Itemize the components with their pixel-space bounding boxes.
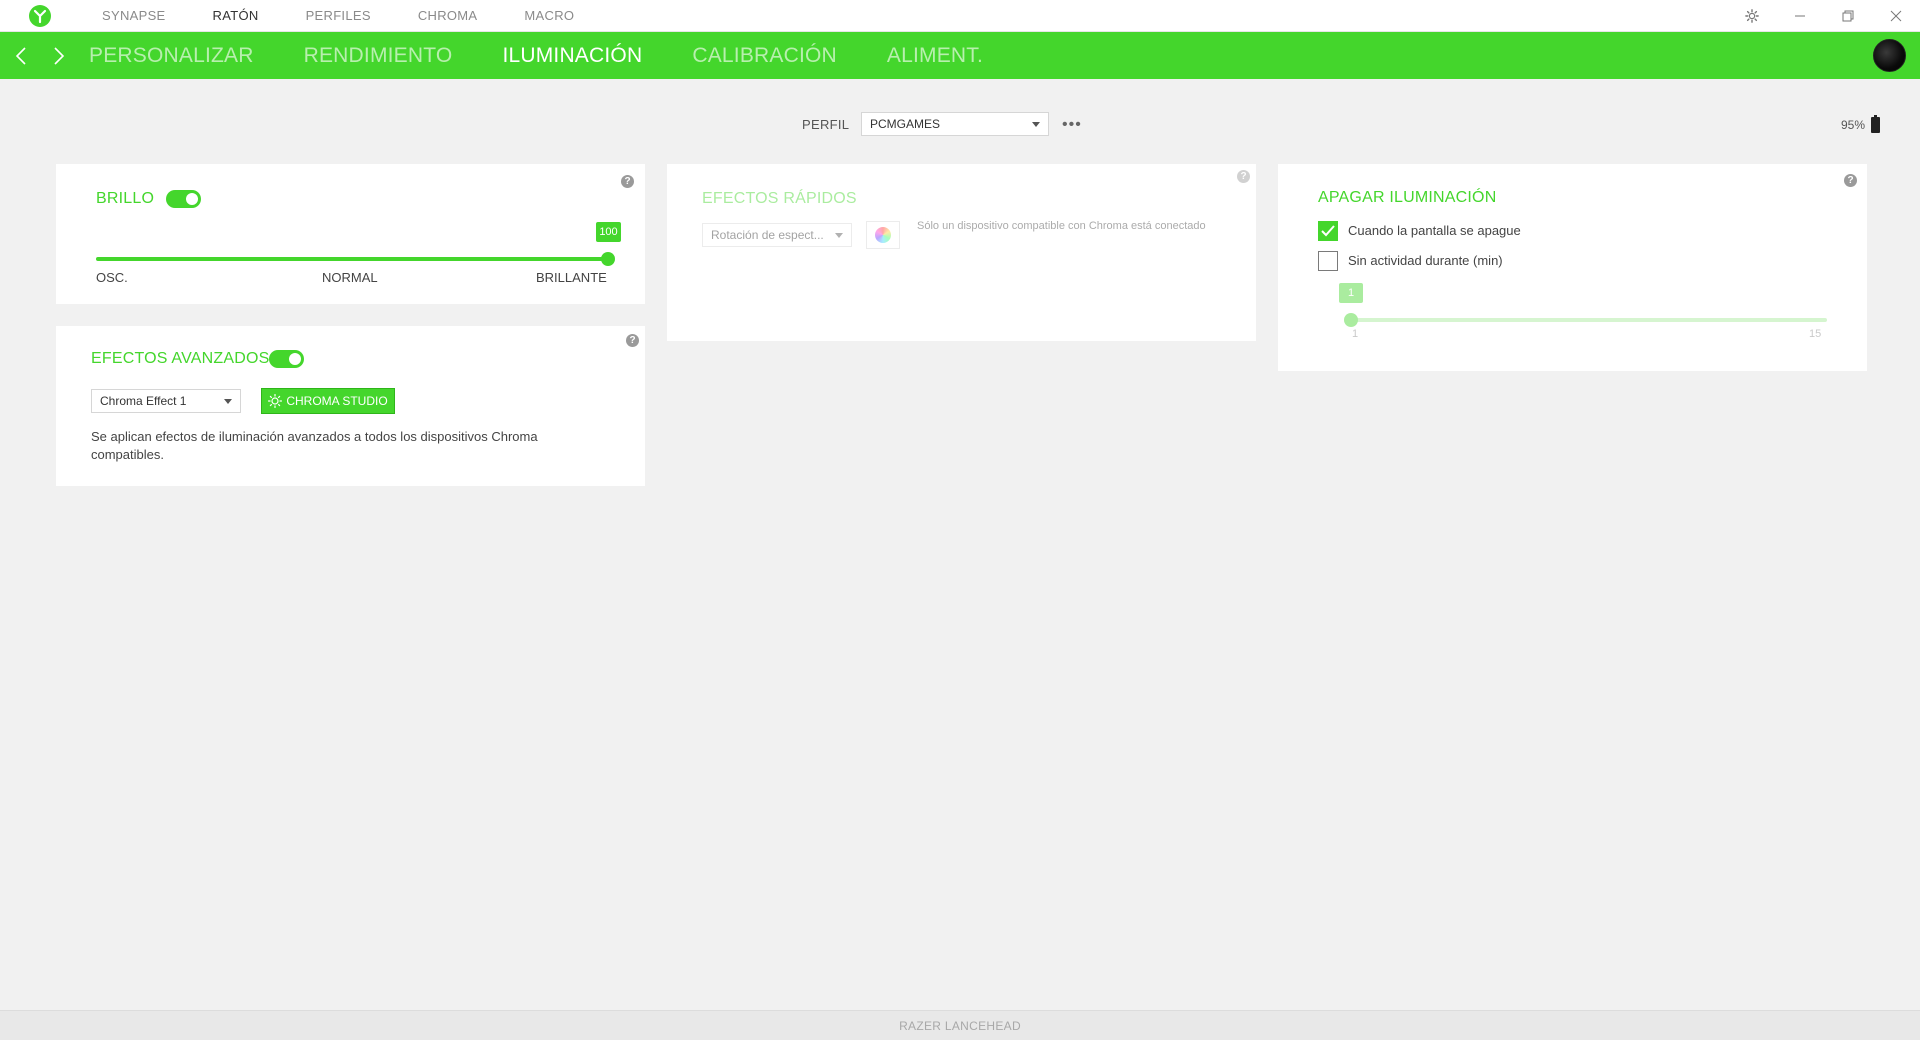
battery-percent: 95% [1840, 118, 1865, 132]
sub-nav: PERSONALIZAR RENDIMIENTO ILUMINACIÓN CAL… [0, 32, 1920, 79]
efectos-avanzados-title: EFECTOS AVANZADOS [91, 350, 270, 367]
forward-arrow-icon[interactable] [40, 32, 78, 79]
screen-off-label: Cuando la pantalla se apague [1348, 223, 1521, 238]
top-tab-synapse[interactable]: SYNAPSE [102, 8, 166, 23]
advanced-effects-description: Se aplican efectos de iluminación avanza… [91, 429, 538, 462]
idle-label: Sin actividad durante (min) [1348, 253, 1503, 268]
idle-value-badge: 1 [1339, 283, 1363, 303]
checkmark-icon [1321, 225, 1335, 237]
chevron-down-icon [1032, 122, 1040, 127]
top-nav: SYNAPSE RATÓN PERFILES CHROMA MACRO [102, 8, 621, 23]
brillo-card: BRILLO ? 100 OSC. NORMAL BRILLANTE [56, 164, 645, 304]
back-arrow-icon[interactable] [2, 32, 40, 79]
advanced-effect-selected: Chroma Effect 1 [100, 394, 187, 408]
device-avatar[interactable] [1873, 39, 1906, 72]
brillo-slider-thumb[interactable] [601, 252, 615, 266]
brillo-value-badge: 100 [596, 222, 621, 242]
top-tab-macro[interactable]: MACRO [524, 8, 574, 23]
quick-effect-selected: Rotación de espect... [711, 228, 824, 242]
device-footer: RAZER LANCEHEAD [0, 1010, 1920, 1040]
help-icon[interactable]: ? [1844, 174, 1857, 187]
profile-dropdown[interactable]: PCMGAMES [861, 112, 1049, 136]
sub-tabs: PERSONALIZAR RENDIMIENTO ILUMINACIÓN CAL… [89, 32, 1033, 79]
idle-max-label: 15 [1809, 328, 1822, 340]
profile-selected: PCMGAMES [870, 117, 941, 131]
brillo-toggle[interactable] [166, 190, 201, 208]
efectos-rapidos-card: EFECTOS RÁPIDOS Rotación de espect... Só… [667, 164, 1256, 341]
chevron-down-icon [835, 233, 843, 238]
top-tab-perfiles[interactable]: PERFILES [306, 8, 371, 23]
chroma-studio-button[interactable]: CHROMA STUDIO [261, 388, 395, 414]
window-controls [1728, 0, 1920, 32]
apagar-iluminacion-card: APAGAR ILUMINACIÓN ? Cuando la pantalla … [1278, 164, 1867, 371]
quick-effect-dropdown[interactable]: Rotación de espect... [702, 223, 852, 247]
tab-rendimiento[interactable]: RENDIMIENTO [304, 32, 453, 79]
close-icon[interactable] [1872, 0, 1920, 32]
tab-aliment[interactable]: ALIMENT. [887, 32, 983, 79]
restore-icon[interactable] [1824, 0, 1872, 32]
brillo-label-mid: NORMAL [322, 270, 378, 285]
tab-personalizar[interactable]: PERSONALIZAR [89, 32, 254, 79]
idle-slider-track[interactable] [1351, 318, 1827, 322]
chroma-studio-label: CHROMA STUDIO [286, 394, 388, 408]
efectos-avanzados-card: EFECTOS AVANZADOS ? Chroma Effect 1 CHRO… [56, 326, 645, 486]
brillo-slider-track[interactable] [96, 257, 608, 261]
brillo-label-low: OSC. [96, 270, 128, 285]
more-options-icon[interactable]: ••• [1062, 116, 1082, 134]
idle-checkbox[interactable] [1318, 251, 1338, 271]
help-icon[interactable]: ? [1237, 170, 1250, 183]
battery-icon [1871, 115, 1880, 133]
help-icon[interactable]: ? [621, 175, 634, 188]
tab-calibracion[interactable]: CALIBRACIÓN [692, 32, 837, 79]
settings-gear-icon[interactable] [1728, 0, 1776, 32]
minimize-icon[interactable] [1776, 0, 1824, 32]
help-icon[interactable]: ? [626, 334, 639, 347]
tab-iluminacion[interactable]: ILUMINACIÓN [502, 32, 642, 79]
profile-row: PERFIL PCMGAMES ••• 95% [0, 112, 1920, 138]
sun-icon [268, 394, 283, 408]
brillo-label-high: BRILLANTE [536, 270, 607, 285]
top-bar: SYNAPSE RATÓN PERFILES CHROMA MACRO [0, 0, 1920, 32]
battery-status: 95% [1840, 115, 1880, 133]
idle-min-label: 1 [1352, 328, 1359, 340]
brillo-title: BRILLO [96, 190, 155, 207]
efectos-avanzados-toggle[interactable] [269, 350, 304, 368]
idle-slider-thumb[interactable] [1344, 313, 1358, 327]
razer-logo-icon[interactable] [28, 4, 52, 28]
advanced-effect-dropdown[interactable]: Chroma Effect 1 [91, 389, 241, 413]
profile-label: PERFIL [802, 117, 850, 132]
apagar-iluminacion-title: APAGAR ILUMINACIÓN [1318, 189, 1497, 206]
top-tab-chroma[interactable]: CHROMA [418, 8, 478, 23]
screen-off-checkbox[interactable] [1318, 221, 1338, 241]
efectos-rapidos-title: EFECTOS RÁPIDOS [702, 190, 857, 207]
chevron-down-icon [224, 399, 232, 404]
top-tab-raton[interactable]: RATÓN [213, 8, 259, 23]
quick-effects-notice: Sólo un dispositivo compatible con Chrom… [917, 220, 1206, 232]
color-wheel-icon[interactable] [866, 221, 900, 249]
